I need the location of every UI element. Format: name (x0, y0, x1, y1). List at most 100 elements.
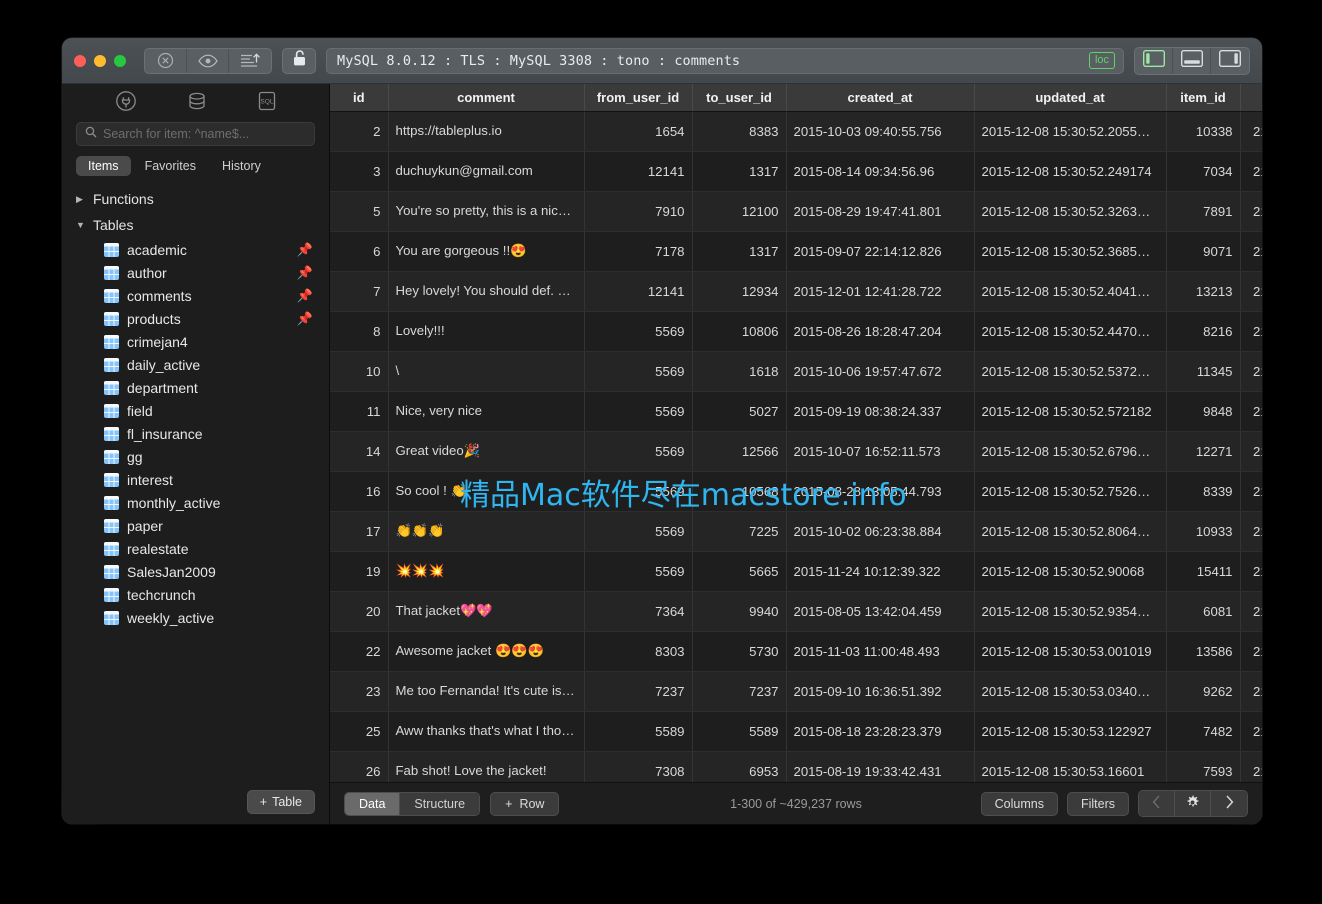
cell-from-user-id[interactable]: 8303 (584, 631, 692, 671)
sidebar-table-item[interactable]: paper (62, 514, 329, 537)
cell-updated-at[interactable]: 2015-12-08 15:30:52.9354… (974, 591, 1166, 631)
cell-item-id[interactable]: 9262 (1166, 671, 1240, 711)
cell-created-at[interactable]: 2015-10-06 19:57:47.672 (786, 351, 974, 391)
cell-comment[interactable]: https://tableplus.io (388, 111, 584, 151)
cell-id[interactable]: 20 (330, 591, 388, 631)
cell-created-at[interactable]: 2015-08-18 23:28:23.379 (786, 711, 974, 751)
filters-button[interactable]: Filters (1067, 792, 1129, 816)
sidebar-table-item[interactable]: techcrunch (62, 583, 329, 606)
cell-updated-at[interactable]: 2015-12-08 15:30:52.4041… (974, 271, 1166, 311)
sidebar-table-item[interactable]: crimejan4 (62, 330, 329, 353)
cell-item-id[interactable]: 13586 (1166, 631, 1240, 671)
add-table-button[interactable]: + Table (247, 790, 315, 814)
cell-updated-at[interactable]: 2015-12-08 15:30:52.3263… (974, 191, 1166, 231)
cell-created-at[interactable]: 2015-08-05 13:42:04.459 (786, 591, 974, 631)
cell-from-user-id[interactable]: 5569 (584, 351, 692, 391)
sidebar-table-item[interactable]: academic📌 (62, 238, 329, 261)
cell-comment[interactable]: Lovely!!! (388, 311, 584, 351)
cell-comment[interactable]: Great video🎉 (388, 431, 584, 471)
sidebar-table-item[interactable]: comments📌 (62, 284, 329, 307)
cell-created-at[interactable]: 2015-10-02 06:23:38.884 (786, 511, 974, 551)
cell-to-user-id[interactable]: 10568 (692, 471, 786, 511)
cell-to-user-id[interactable]: 7225 (692, 511, 786, 551)
toggle-bottom-panel-button[interactable] (1173, 48, 1211, 74)
cell-from-user-id[interactable]: 5569 (584, 551, 692, 591)
cell-last[interactable]: 216 (1240, 751, 1262, 782)
cell-id[interactable]: 23 (330, 671, 388, 711)
column-header-from-user-id[interactable]: from_user_id (584, 84, 692, 111)
search-input[interactable] (103, 127, 306, 141)
table-row[interactable]: 8Lovely!!!5569108062015-08-26 18:28:47.2… (330, 311, 1262, 351)
table-row[interactable]: 6You are gorgeous !!😍717813172015-09-07 … (330, 231, 1262, 271)
cell-item-id[interactable]: 15411 (1166, 551, 1240, 591)
cell-to-user-id[interactable]: 12100 (692, 191, 786, 231)
cell-to-user-id[interactable]: 9940 (692, 591, 786, 631)
cell-to-user-id[interactable]: 1317 (692, 151, 786, 191)
cell-to-user-id[interactable]: 7237 (692, 671, 786, 711)
cell-comment[interactable]: 👏👏👏 (388, 511, 584, 551)
column-header-comment[interactable]: comment (388, 84, 584, 111)
cell-id[interactable]: 22 (330, 631, 388, 671)
cell-item-id[interactable]: 6081 (1166, 591, 1240, 631)
cell-created-at[interactable]: 2015-11-03 11:00:48.493 (786, 631, 974, 671)
sidebar-table-item[interactable]: monthly_active (62, 491, 329, 514)
sidebar-table-item[interactable]: field (62, 399, 329, 422)
cell-last[interactable]: 216 (1240, 551, 1262, 591)
cell-last[interactable]: 216 (1240, 671, 1262, 711)
cell-last[interactable]: 216 (1240, 351, 1262, 391)
cell-id[interactable]: 10 (330, 351, 388, 391)
cell-comment[interactable]: Nice, very nice (388, 391, 584, 431)
cell-item-id[interactable]: 9071 (1166, 231, 1240, 271)
sidebar-table-item[interactable]: fl_insurance (62, 422, 329, 445)
cell-updated-at[interactable]: 2015-12-08 15:30:52.6796… (974, 431, 1166, 471)
toggle-right-sidebar-button[interactable] (1211, 48, 1249, 74)
cell-from-user-id[interactable]: 5569 (584, 471, 692, 511)
cell-item-id[interactable]: 7891 (1166, 191, 1240, 231)
column-header-to-user-id[interactable]: to_user_id (692, 84, 786, 111)
cell-updated-at[interactable]: 2015-12-08 15:30:52.90068 (974, 551, 1166, 591)
cell-item-id[interactable]: 7034 (1166, 151, 1240, 191)
table-row[interactable]: 7Hey lovely! You should def. enter the C… (330, 271, 1262, 311)
sql-query-icon[interactable]: SQL (257, 90, 277, 117)
table-row[interactable]: 10\556916182015-10-06 19:57:47.6722015-1… (330, 351, 1262, 391)
table-row[interactable]: 22Awesome jacket 😍😍😍830357302015-11-03 1… (330, 631, 1262, 671)
tab-history[interactable]: History (210, 156, 273, 176)
cell-id[interactable]: 8 (330, 311, 388, 351)
table-row[interactable]: 2https://tableplus.io165483832015-10-03 … (330, 111, 1262, 151)
table-row[interactable]: 11Nice, very nice556950272015-09-19 08:3… (330, 391, 1262, 431)
cell-from-user-id[interactable]: 5569 (584, 431, 692, 471)
cell-created-at[interactable]: 2015-12-01 12:41:28.722 (786, 271, 974, 311)
cell-item-id[interactable]: 8216 (1166, 311, 1240, 351)
cell-id[interactable]: 14 (330, 431, 388, 471)
maximize-button[interactable] (114, 55, 126, 67)
lock-button[interactable] (282, 48, 316, 74)
cell-last[interactable]: 216 (1240, 591, 1262, 631)
cell-created-at[interactable]: 2015-08-28 13:05:44.793 (786, 471, 974, 511)
cell-id[interactable]: 19 (330, 551, 388, 591)
cell-from-user-id[interactable]: 5589 (584, 711, 692, 751)
cell-item-id[interactable]: 9848 (1166, 391, 1240, 431)
cell-created-at[interactable]: 2015-09-10 16:36:51.392 (786, 671, 974, 711)
connection-title-field[interactable]: MySQL 8.0.12 : TLS : MySQL 3308 : tono :… (326, 48, 1124, 74)
cell-comment[interactable]: That jacket💖💖 (388, 591, 584, 631)
sidebar-table-item[interactable]: SalesJan2009 (62, 560, 329, 583)
pin-icon[interactable]: 📌 (297, 288, 313, 304)
cell-item-id[interactable]: 10338 (1166, 111, 1240, 151)
cell-from-user-id[interactable]: 1654 (584, 111, 692, 151)
previous-page-button[interactable] (1139, 791, 1175, 816)
cancel-button[interactable] (145, 49, 187, 73)
cell-last[interactable]: 216 (1240, 391, 1262, 431)
tab-items[interactable]: Items (76, 156, 131, 176)
cell-item-id[interactable]: 12271 (1166, 431, 1240, 471)
cell-last[interactable]: 216 (1240, 271, 1262, 311)
cell-comment[interactable]: So cool ! 👏 (388, 471, 584, 511)
cell-updated-at[interactable]: 2015-12-08 15:30:53.0340… (974, 671, 1166, 711)
cell-updated-at[interactable]: 2015-12-08 15:30:52.572182 (974, 391, 1166, 431)
cell-created-at[interactable]: 2015-09-19 08:38:24.337 (786, 391, 974, 431)
cell-from-user-id[interactable]: 7308 (584, 751, 692, 782)
cell-last[interactable]: 216 (1240, 151, 1262, 191)
cell-from-user-id[interactable]: 12141 (584, 151, 692, 191)
cell-item-id[interactable]: 7593 (1166, 751, 1240, 782)
cell-comment[interactable]: \ (388, 351, 584, 391)
cell-last[interactable]: 216 (1240, 631, 1262, 671)
